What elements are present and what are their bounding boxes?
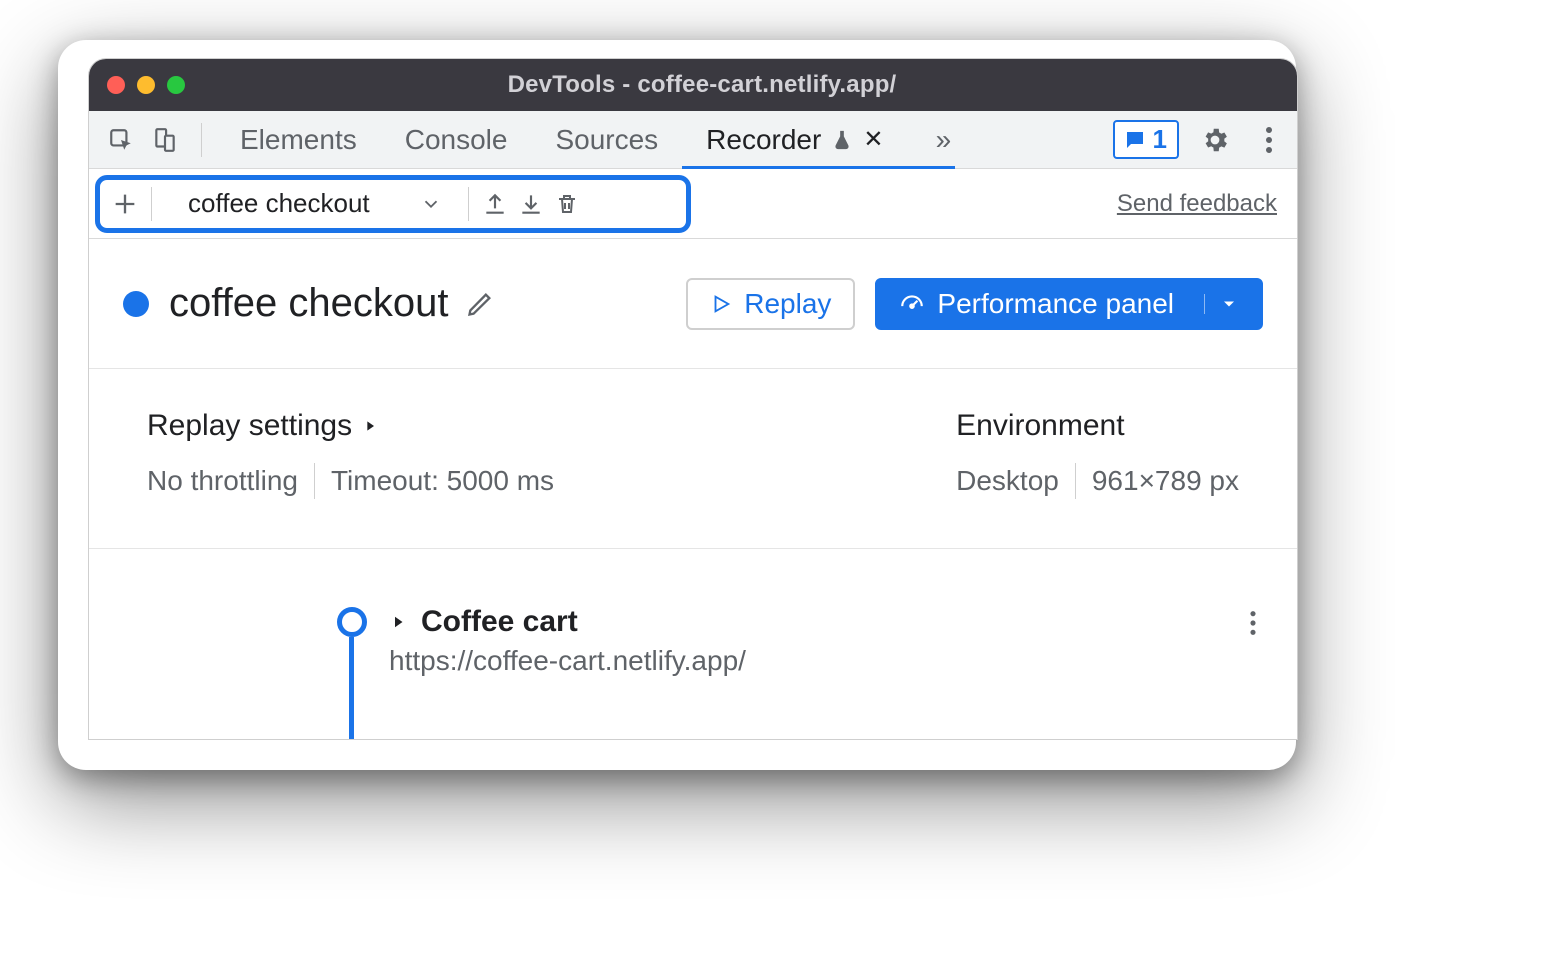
window-zoom-button[interactable] [167,76,185,94]
step-kebab-menu[interactable] [1249,609,1257,637]
tab-sources[interactable]: Sources [535,111,678,169]
window-minimize-button[interactable] [137,76,155,94]
export-icon[interactable] [477,186,513,222]
recording-title: coffee checkout [169,281,448,326]
kebab-menu-icon[interactable] [1251,122,1287,158]
device-toolbar-icon[interactable] [147,122,183,158]
more-tabs-icon[interactable]: » [925,122,961,158]
send-feedback-link[interactable]: Send feedback [1117,190,1277,218]
recording-steps: Coffee cart https://coffee-cart.netlify.… [89,549,1297,740]
timeout-value: Timeout: 5000 ms [331,465,554,497]
step-row[interactable]: Coffee cart [389,605,1257,639]
inspect-element-icon[interactable] [103,122,139,158]
performance-panel-button[interactable]: Performance panel [875,278,1263,330]
step-title: Coffee cart [421,605,578,639]
performance-panel-label: Performance panel [937,288,1174,320]
recording-settings: Replay settings No throttling Timeout: 5… [89,369,1297,549]
recording-selector[interactable]: coffee checkout [170,188,460,219]
replay-button[interactable]: Replay [686,278,855,330]
replay-settings-label: Replay settings [147,409,352,443]
messages-count: 1 [1153,124,1167,155]
divider [151,187,152,221]
settings-icon[interactable] [1197,122,1233,158]
window-title: DevTools - coffee-cart.netlify.app/ [185,71,1219,99]
tab-recorder-label: Recorder [706,124,821,156]
tab-recorder[interactable]: Recorder ✕ [686,111,903,169]
viewport-value: 961×789 px [1092,465,1239,497]
devtools-window: DevTools - coffee-cart.netlify.app/ Elem… [88,58,1298,740]
chevron-down-icon [420,193,442,215]
step-connector [349,637,354,740]
messages-button[interactable]: 1 [1113,120,1179,159]
titlebar: DevTools - coffee-cart.netlify.app/ [89,59,1297,111]
divider [314,463,315,499]
tab-console[interactable]: Console [385,111,528,169]
devtools-tabs: Elements Console Sources Recorder ✕ » 1 [89,111,1297,169]
device-value: Desktop [956,465,1059,497]
experiment-icon [831,129,853,151]
close-tab-icon[interactable]: ✕ [863,125,883,154]
environment-label: Environment [956,409,1239,443]
delete-icon[interactable] [549,186,585,222]
performance-panel-dropdown[interactable] [1204,294,1239,314]
recorder-toolbar: coffee checkout [89,169,1297,239]
new-recording-button[interactable] [107,186,143,222]
import-icon[interactable] [513,186,549,222]
step-node-icon [337,607,367,637]
throttling-value: No throttling [147,465,298,497]
divider [201,123,202,157]
replay-button-label: Replay [744,288,831,320]
divider [1075,463,1076,499]
expand-step-icon[interactable] [389,613,407,631]
replay-settings-toggle[interactable]: Replay settings [147,409,554,443]
edit-title-icon[interactable] [466,290,494,318]
recording-selector-value: coffee checkout [188,188,370,219]
divider [468,187,469,221]
tab-elements[interactable]: Elements [220,111,377,169]
step-url: https://coffee-cart.netlify.app/ [389,645,1257,677]
recording-status-dot [123,291,149,317]
recording-header: coffee checkout Replay [89,239,1297,369]
window-close-button[interactable] [107,76,125,94]
